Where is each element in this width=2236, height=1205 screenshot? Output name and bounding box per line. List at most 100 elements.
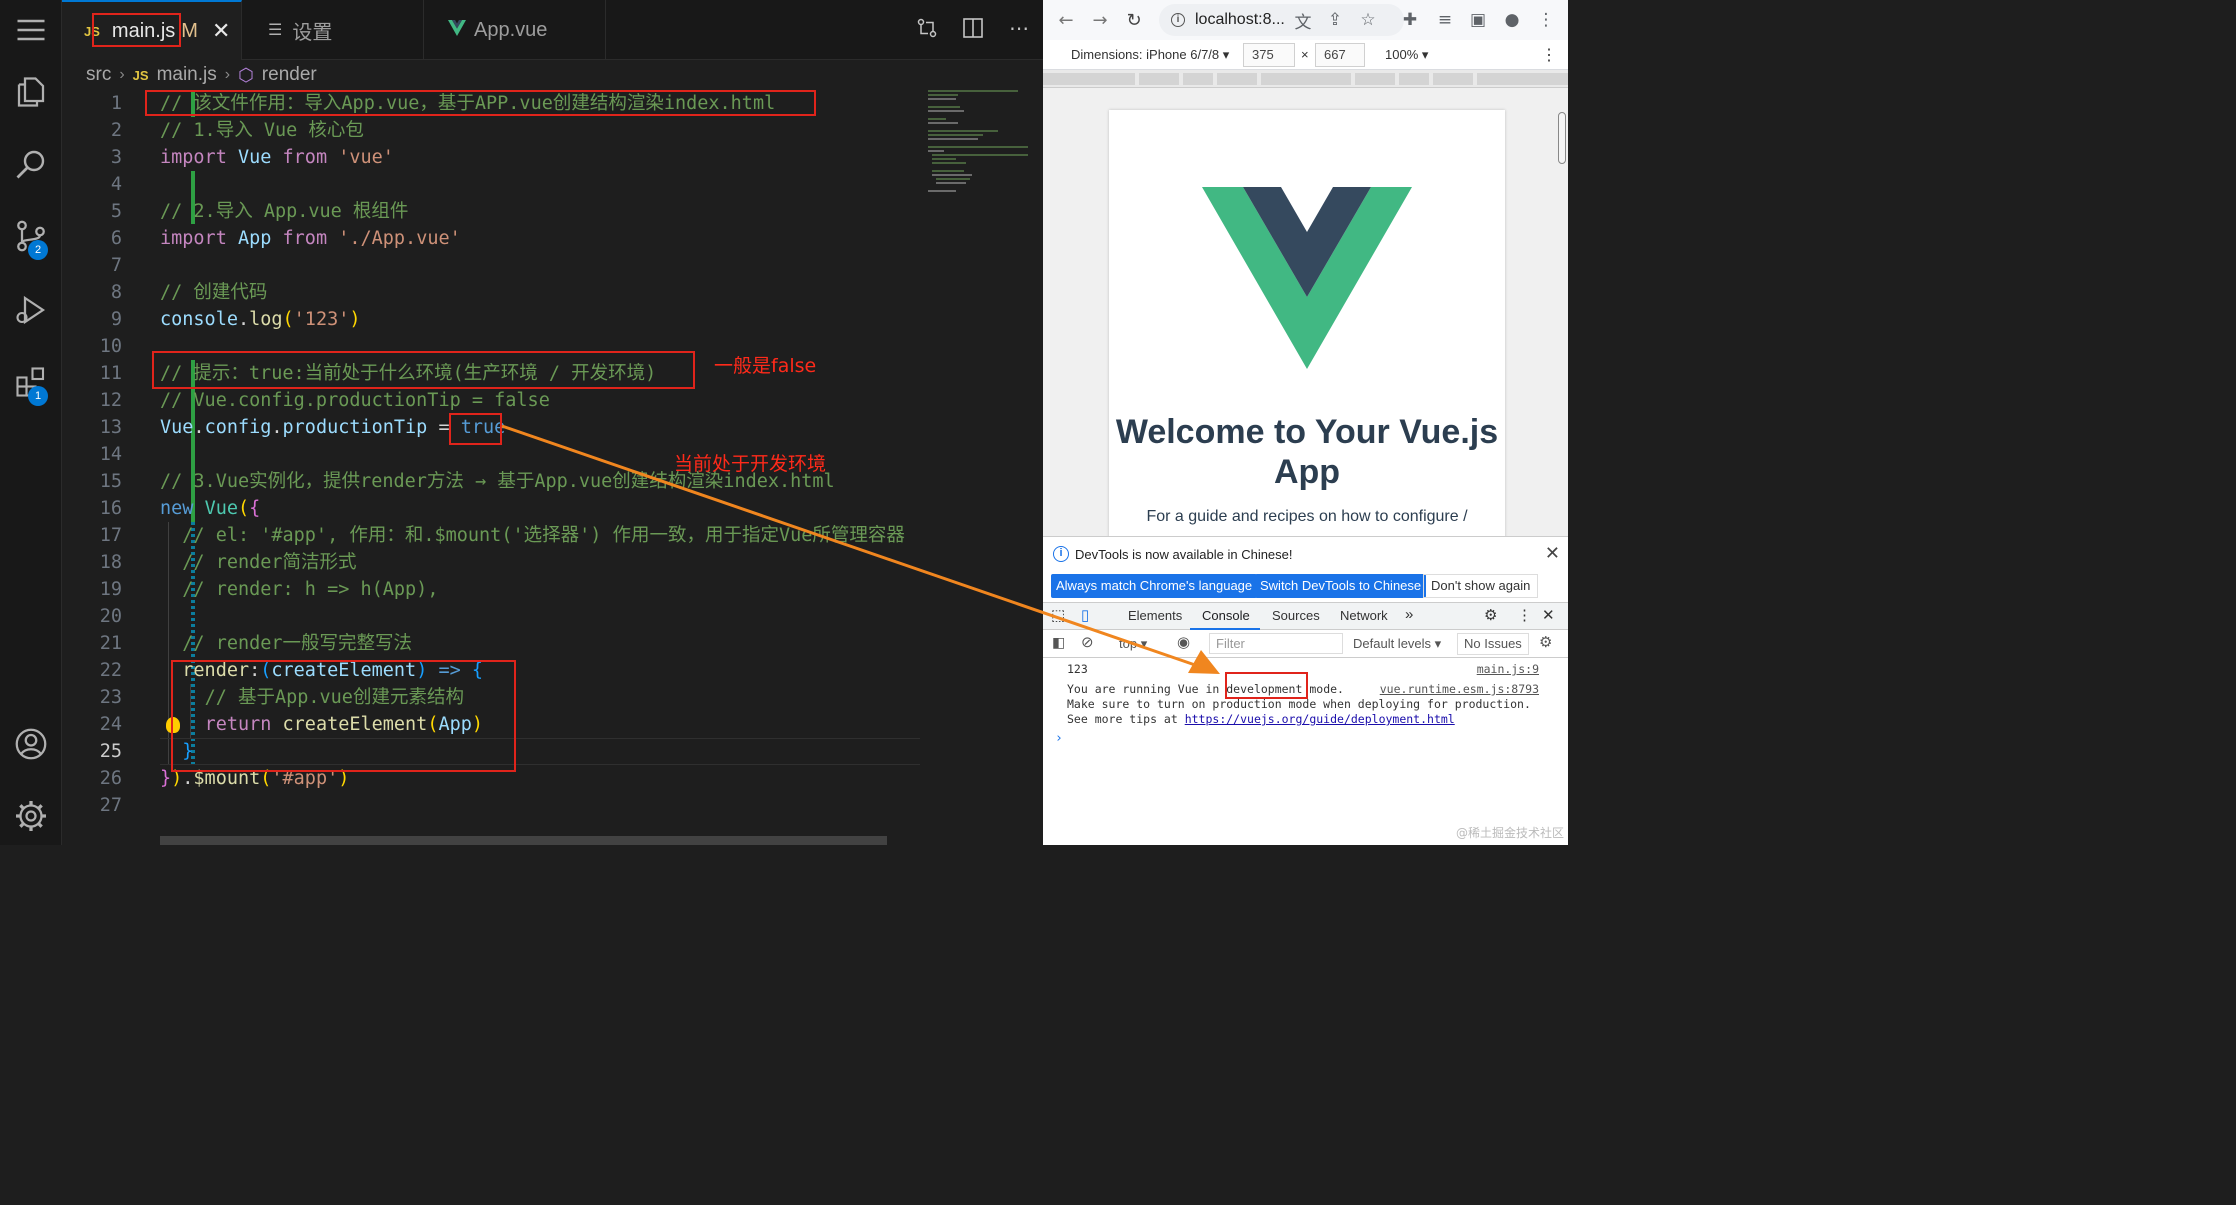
menu-icon[interactable] (0, 2, 62, 58)
device-viewport[interactable]: Welcome to Your Vue.js App For a guide a… (1043, 88, 1568, 536)
width-input[interactable]: 375 (1243, 43, 1295, 67)
close-tab-icon[interactable]: ✕ (212, 18, 230, 44)
split-editor-icon[interactable] (959, 14, 987, 42)
chrome-menu-icon[interactable]: ⋮ (1533, 7, 1559, 33)
minimap[interactable] (922, 90, 1032, 830)
code-line[interactable]: 2 // 1.导入 Vue 核心包 (62, 117, 922, 144)
cube-symbol-icon: ⬡ (238, 64, 254, 85)
side-panel-icon[interactable]: ▣ (1465, 7, 1491, 33)
back-icon[interactable]: ← (1051, 5, 1081, 35)
media-icon[interactable]: ≡ (1432, 7, 1458, 33)
media-query-ruler[interactable] (1043, 70, 1568, 88)
code-line[interactable]: 27 (62, 792, 922, 819)
log-123: 123 (1067, 662, 1088, 676)
inspect-element-icon[interactable]: ⬚ (1051, 606, 1065, 624)
console-filter-input[interactable]: Filter (1209, 633, 1343, 654)
tab-app-vue[interactable]: App.vue (424, 0, 606, 60)
code-line[interactable]: 3 import Vue from 'vue' (62, 144, 922, 171)
more-actions-icon[interactable]: ⋯ (1005, 14, 1033, 42)
code-line[interactable]: 12 // Vue.config.productionTip = false (62, 387, 922, 414)
device-toolbar: Dimensions: iPhone 6/7/8 ▾ 375 × 667 100… (1043, 40, 1568, 70)
search-icon[interactable] (0, 136, 62, 192)
code-line[interactable]: 19 // render: h => h(App), (62, 576, 922, 603)
line-code: // 创建代码 (160, 282, 268, 303)
chevron-right-icon: › (224, 66, 231, 83)
code-line[interactable]: 8 // 创建代码 (62, 279, 922, 306)
breadcrumb-symbol[interactable]: render (262, 64, 317, 86)
line-number: 20 (99, 606, 122, 627)
viewport-scrollbar[interactable] (1558, 112, 1566, 164)
compare-changes-icon[interactable] (913, 14, 941, 42)
device-more-icon[interactable]: ⋮ (1541, 45, 1557, 65)
tab-settings[interactable]: ☰ 设置 (242, 0, 424, 60)
source-runtime-link[interactable]: vue.runtime.esm.js:8793 (1380, 682, 1539, 696)
breadcrumb-file[interactable]: main.js (157, 64, 217, 86)
welcome-heading: Welcome to Your Vue.js App (1115, 413, 1499, 491)
line-number: 3 (110, 147, 122, 168)
code-line[interactable]: 4 (62, 171, 922, 198)
devtools-menu-icon[interactable]: ⋮ (1517, 606, 1532, 624)
code-line[interactable]: 20 (62, 603, 922, 630)
height-input[interactable]: 667 (1315, 43, 1365, 67)
console-toolbar: ◧ ⊘ top ▾ ◉ Filter Default levels ▾ No I… (1043, 630, 1568, 658)
code-line[interactable]: 9 console.log('123') (62, 306, 922, 333)
run-debug-icon[interactable] (0, 282, 62, 338)
device-select[interactable]: Dimensions: iPhone 6/7/8 ▾ (1071, 47, 1229, 63)
reload-icon[interactable]: ↻ (1119, 5, 1149, 35)
device-toggle-icon[interactable]: ▯ (1081, 606, 1089, 624)
switch-chinese-button[interactable]: Switch DevTools to Chinese (1255, 574, 1427, 598)
settings-gear-icon[interactable] (0, 788, 62, 844)
extensions-badge: 1 (28, 386, 48, 406)
activity-bar: 2 1 (0, 0, 62, 845)
more-tabs-icon[interactable]: » (1405, 606, 1413, 623)
explorer-icon[interactable] (0, 64, 62, 120)
code-line[interactable]: 5 // 2.导入 App.vue 根组件 (62, 198, 922, 225)
bookmark-star-icon[interactable]: ☆ (1355, 7, 1381, 33)
code-line[interactable]: 21 // render一般写完整写法 (62, 630, 922, 657)
vue-mode-message-line2: Make sure to turn on production mode whe… (1067, 697, 1531, 711)
deployment-link[interactable]: https://vuejs.org/guide/deployment.html (1185, 712, 1455, 726)
translate-icon[interactable]: 文 (1290, 7, 1316, 33)
code-line[interactable]: 16 new Vue({ (62, 495, 922, 522)
match-language-button[interactable]: Always match Chrome's language (1051, 574, 1258, 598)
sidebar-toggle-icon[interactable]: ◧ (1052, 634, 1065, 651)
watermark: @稀土掘金技术社区 (1455, 826, 1564, 840)
console-settings-icon[interactable]: ⚙ (1539, 633, 1552, 651)
live-expression-eye-icon[interactable]: ◉ (1177, 633, 1190, 651)
source-main-link[interactable]: main.js:9 (1477, 662, 1539, 676)
log-levels-select[interactable]: Default levels ▾ (1353, 636, 1441, 652)
extensions-puzzle-icon[interactable]: ✚ (1397, 7, 1423, 33)
line-number: 24 (99, 714, 122, 735)
clear-console-icon[interactable]: ⊘ (1081, 633, 1094, 651)
line-code: // render简洁形式 (182, 552, 357, 573)
code-line[interactable]: 6 import App from './App.vue' (62, 225, 922, 252)
code-line[interactable]: 18 // render简洁形式 (62, 549, 922, 576)
console-output: 123 main.js:9 You are running Vue in dev… (1043, 658, 1568, 845)
tab-console[interactable]: Console (1202, 608, 1250, 623)
tab-elements[interactable]: Elements (1128, 608, 1182, 623)
site-info-icon[interactable]: i (1171, 13, 1185, 27)
tab-network[interactable]: Network (1340, 608, 1388, 623)
close-banner-icon[interactable]: ✕ (1545, 543, 1560, 564)
context-select[interactable]: top ▾ (1119, 636, 1147, 652)
issues-button[interactable]: No Issues (1457, 633, 1529, 655)
profile-avatar[interactable]: ● (1499, 7, 1525, 33)
devtools-settings-icon[interactable]: ⚙ (1484, 606, 1497, 624)
close-devtools-icon[interactable]: ✕ (1542, 606, 1555, 624)
breadcrumb-folder[interactable]: src (86, 64, 111, 86)
account-icon[interactable] (0, 716, 62, 772)
line-number: 6 (110, 228, 122, 249)
url-text: localhost:8... (1195, 11, 1285, 28)
code-line[interactable]: 7 (62, 252, 922, 279)
code-line[interactable]: 17 // el: '#app', 作用：和.$mount('选择器') 作用一… (62, 522, 922, 549)
zoom-select[interactable]: 100% ▾ (1385, 47, 1428, 63)
line-number: 5 (110, 201, 122, 222)
console-prompt-icon[interactable]: › (1055, 731, 1063, 746)
forward-icon[interactable]: → (1085, 5, 1115, 35)
tab-sources[interactable]: Sources (1272, 608, 1320, 623)
dont-show-button[interactable]: Don't show again (1423, 574, 1539, 598)
share-icon[interactable]: ⇪ (1322, 7, 1348, 33)
horizontal-scrollbar[interactable] (160, 836, 887, 845)
editor-tab-bar: JS main.js M ✕ ☰ 设置 App.vue ⋯ (62, 0, 1043, 60)
line-number: 13 (99, 417, 122, 438)
